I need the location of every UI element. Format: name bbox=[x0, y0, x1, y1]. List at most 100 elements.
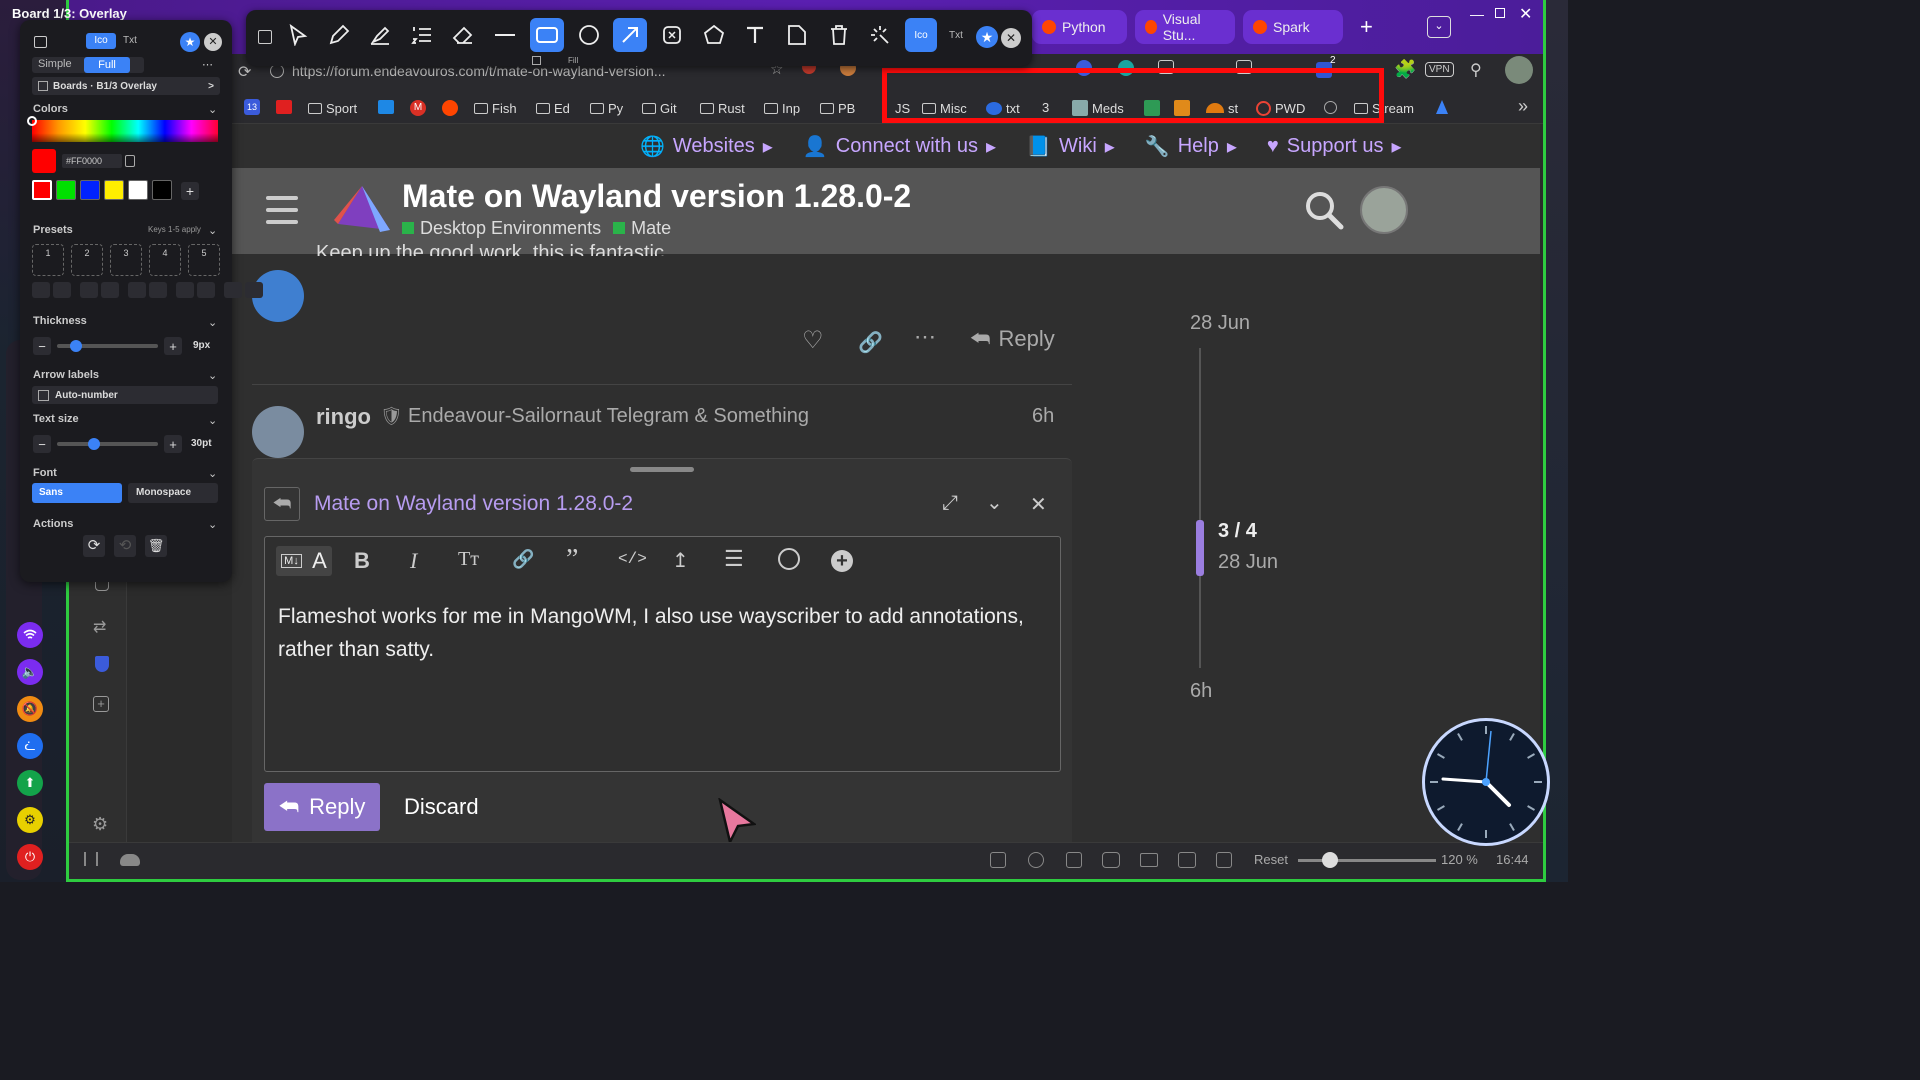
vpn-icon[interactable]: VPN bbox=[1425, 62, 1454, 77]
color-swatch[interactable] bbox=[104, 180, 124, 200]
close-panel-icon[interactable]: ✕ bbox=[204, 33, 222, 51]
chevron-down-icon[interactable]: ⌄ bbox=[208, 414, 217, 427]
category-mate[interactable]: Mate bbox=[613, 218, 671, 239]
link-icon[interactable]: 🔗 bbox=[512, 549, 534, 570]
save-preset-icon[interactable] bbox=[224, 282, 242, 298]
ellipse-tool-icon[interactable] bbox=[572, 18, 606, 52]
volume-icon[interactable]: 🔈 bbox=[17, 659, 43, 685]
zoom-reset-button[interactable]: Reset bbox=[1254, 852, 1288, 867]
undo-icon[interactable]: ⟳ bbox=[83, 535, 105, 557]
capture-icon[interactable] bbox=[1028, 852, 1044, 868]
numbered-list-tool-icon[interactable] bbox=[405, 18, 439, 52]
delete-trash-icon[interactable] bbox=[822, 18, 856, 52]
cloud-sync-icon[interactable] bbox=[120, 854, 140, 866]
settings-gear-icon[interactable]: ⚙ bbox=[17, 807, 43, 833]
fullscreen-icon[interactable]: ⤢ bbox=[942, 492, 958, 515]
sync-icon[interactable]: ⇄ bbox=[93, 617, 106, 637]
icon-mode-toggle[interactable]: Ico bbox=[905, 18, 937, 52]
hamburger-menu-icon[interactable] bbox=[266, 196, 298, 224]
tiling-icon[interactable] bbox=[1178, 852, 1196, 868]
step-marker-tool-icon[interactable] bbox=[655, 18, 689, 52]
clear-preset-icon[interactable] bbox=[53, 282, 71, 298]
boards-selector[interactable]: Boards · B1/3 Overlay > bbox=[32, 77, 220, 95]
hex-color-input[interactable]: #FF0000 bbox=[62, 154, 122, 168]
nav-websites[interactable]: 🌐 Websites ▸ bbox=[640, 134, 773, 159]
pen-tool-icon[interactable] bbox=[322, 18, 356, 52]
discard-button[interactable]: Discard bbox=[404, 794, 479, 820]
category-desktop-environments[interactable]: Desktop Environments bbox=[402, 218, 601, 239]
like-heart-icon[interactable]: ♡ bbox=[802, 326, 824, 355]
post-reply-button[interactable]: ⮪ Reply bbox=[970, 326, 1055, 352]
highlighter-tool-icon[interactable] bbox=[363, 18, 397, 52]
bookmark-sport[interactable]: Sport bbox=[308, 98, 357, 118]
nav-help[interactable]: 🔧 Help ▸ bbox=[1145, 134, 1237, 159]
tab-python[interactable]: Python bbox=[1032, 10, 1127, 44]
more-options-icon[interactable]: ⋯ bbox=[914, 324, 936, 350]
close-toolbar-icon[interactable]: ✕ bbox=[1001, 28, 1021, 48]
reddit-bookmark-icon[interactable] bbox=[442, 100, 458, 116]
copy-link-icon[interactable]: 🔗 bbox=[858, 330, 883, 355]
chevron-down-icon[interactable]: ⌄ bbox=[208, 369, 217, 382]
tab-list-chevron-icon[interactable]: ⌄ bbox=[1427, 16, 1451, 38]
close-composer-icon[interactable]: ✕ bbox=[1030, 492, 1047, 517]
user-avatar[interactable] bbox=[1360, 186, 1408, 234]
power-icon[interactable]: ⏻ bbox=[17, 844, 43, 870]
chevron-down-icon[interactable]: ⌄ bbox=[208, 224, 217, 237]
font-monospace-option[interactable]: Monospace bbox=[128, 483, 218, 503]
color-spectrum-picker[interactable] bbox=[32, 120, 218, 142]
clear-preset-icon[interactable] bbox=[101, 282, 119, 298]
heading-icon[interactable]: Tт bbox=[458, 548, 479, 571]
ringo-avatar[interactable] bbox=[252, 406, 304, 458]
add-panel-icon[interactable]: + bbox=[93, 696, 109, 712]
save-preset-icon[interactable] bbox=[176, 282, 194, 298]
site-info-icon[interactable] bbox=[270, 64, 284, 78]
minimize-window-icon[interactable]: — bbox=[1470, 6, 1484, 22]
tab-visual-studio[interactable]: Visual Stu... bbox=[1135, 10, 1235, 44]
emoji-icon[interactable] bbox=[778, 548, 800, 570]
reload-icon[interactable]: ⟳ bbox=[238, 62, 251, 82]
close-window-icon[interactable]: ✕ bbox=[1519, 4, 1532, 24]
tab-spark[interactable]: Spark bbox=[1243, 10, 1343, 44]
composer-reply-to[interactable]: Mate on Wayland version 1.28.0-2 bbox=[314, 492, 633, 516]
wifi-icon[interactable] bbox=[17, 622, 43, 648]
endeavouros-logo[interactable] bbox=[332, 184, 392, 234]
color-picker-handle[interactable] bbox=[27, 116, 37, 126]
toolbar-menu-icon[interactable] bbox=[258, 30, 272, 44]
mail-icon[interactable] bbox=[1140, 853, 1158, 867]
history-icon[interactable] bbox=[1216, 852, 1232, 868]
redo-icon[interactable]: ⟲ bbox=[114, 535, 136, 557]
save-preset-icon[interactable] bbox=[80, 282, 98, 298]
mute-notifications-icon[interactable]: 🔕 bbox=[17, 696, 43, 722]
chevron-down-icon[interactable]: ⌄ bbox=[208, 518, 217, 531]
bookmark-rust[interactable]: Rust bbox=[700, 98, 745, 118]
bookmark-ed[interactable]: Ed bbox=[536, 98, 570, 118]
laser-pointer-icon[interactable] bbox=[863, 18, 897, 52]
bullet-list-icon[interactable]: ☰ bbox=[724, 546, 744, 572]
copy-hex-icon[interactable] bbox=[125, 155, 135, 167]
bookmark-inp[interactable]: Inp bbox=[764, 98, 800, 118]
color-swatch[interactable] bbox=[128, 180, 148, 200]
text-tool-icon[interactable] bbox=[738, 18, 772, 52]
clear-canvas-trash-icon[interactable]: 🗑 bbox=[145, 535, 167, 557]
panel-pin-star-icon[interactable]: ★ bbox=[180, 32, 200, 52]
settings-gear-icon[interactable]: ⚙ bbox=[92, 814, 108, 835]
arrow-tool-icon[interactable] bbox=[613, 18, 647, 52]
screenshot-icon[interactable] bbox=[990, 852, 1006, 868]
auto-number-toggle[interactable]: Auto-number bbox=[32, 386, 218, 404]
italic-icon[interactable]: I bbox=[410, 548, 417, 574]
chevron-down-icon[interactable]: ⌄ bbox=[208, 103, 217, 116]
composer-drag-handle[interactable] bbox=[630, 467, 694, 472]
bitwarden-icon[interactable] bbox=[95, 656, 109, 672]
timeline-start-date[interactable]: 28 Jun bbox=[1190, 312, 1250, 335]
topic-title[interactable]: Mate on Wayland version 1.28.0-2 bbox=[402, 178, 911, 215]
image-icon[interactable] bbox=[1102, 852, 1120, 868]
color-swatch[interactable] bbox=[56, 180, 76, 200]
nav-wiki[interactable]: 📘 Wiki ▸ bbox=[1026, 134, 1115, 159]
nav-connect[interactable]: 👤 Connect with us ▸ bbox=[803, 134, 996, 159]
collapse-chevron-icon[interactable]: ⌄ bbox=[986, 490, 1003, 515]
preset-slot[interactable]: 1 bbox=[32, 244, 64, 276]
more-options-icon[interactable]: ⋯ bbox=[202, 58, 213, 71]
search-icon[interactable]: ⚲ bbox=[1470, 60, 1482, 80]
bookmark-fish[interactable]: Fish bbox=[474, 98, 517, 118]
update-icon[interactable]: ⬆ bbox=[17, 770, 43, 796]
